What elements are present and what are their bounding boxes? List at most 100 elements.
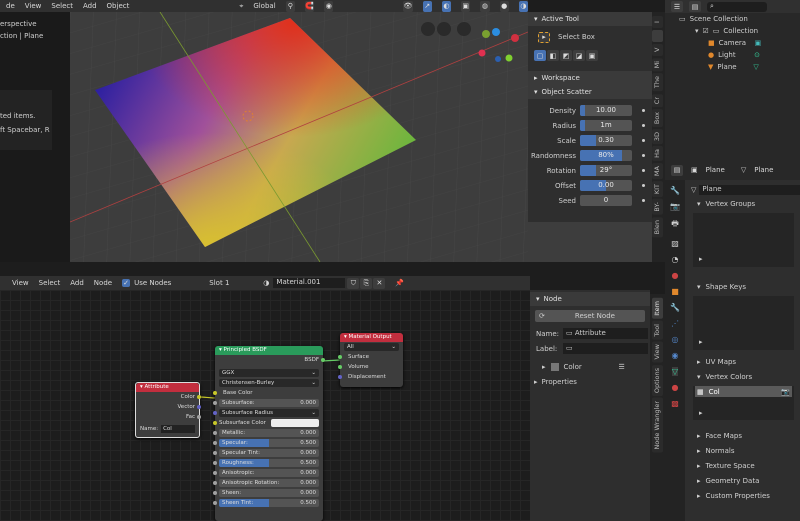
node-sidebar-tab[interactable]: Node Wrangler	[652, 397, 663, 453]
properties-panel-header[interactable]: ▸ Properties	[530, 374, 650, 389]
filter-icon[interactable]: ▤	[689, 1, 701, 12]
render-tab-icon[interactable]: 📷	[670, 202, 680, 211]
vertex-groups-list[interactable]: ▸	[693, 213, 794, 267]
bsdf-slider[interactable]: Subsurface: 0.000	[219, 399, 319, 407]
modifier-tab-icon[interactable]: 🔧	[670, 303, 680, 312]
keyframe-dot-icon[interactable]	[642, 199, 645, 202]
texture-tab-icon[interactable]: ▩	[671, 399, 679, 408]
outliner-search[interactable]: ⌕	[707, 1, 767, 12]
scatter-slider[interactable]: 29°	[580, 165, 632, 176]
node-sidebar-tab[interactable]: Item	[652, 298, 663, 319]
keyframe-dot-icon[interactable]	[642, 139, 645, 142]
collection-row[interactable]: ▾ ☑ ▭ Collection	[665, 25, 800, 37]
input-volume[interactable]: Volume	[338, 362, 403, 372]
vertex-color-item[interactable]: ▦ Col 📷	[695, 386, 792, 397]
keyframe-dot-icon[interactable]	[642, 154, 645, 157]
output-socket-vector[interactable]: Vector	[136, 402, 201, 412]
n-panel-tab[interactable]: V	[652, 44, 663, 56]
outliner-item-light[interactable]: ● Light ⊙	[665, 49, 800, 61]
bsdf-slider[interactable]: Specular: 0.500	[219, 439, 319, 447]
n-panel-tab[interactable]: Cr	[652, 93, 663, 107]
output-tab-icon[interactable]: 🖶	[671, 218, 679, 232]
color-swatch[interactable]	[271, 419, 319, 427]
tool-select-box[interactable]: ▸ Select Box	[528, 26, 652, 48]
node-panel-header[interactable]: ▾ Node	[530, 292, 650, 306]
properties-section-header[interactable]: ▸ Geometry Data	[687, 473, 800, 488]
vertex-groups-header[interactable]: ▾ Vertex Groups	[687, 196, 800, 211]
editor-type-icon[interactable]: ▤	[671, 164, 683, 176]
bsdf-slider[interactable]: Sheen Tint: 0.500	[219, 499, 319, 507]
shape-keys-list[interactable]: ▸	[693, 296, 794, 350]
outliner-item-plane[interactable]: ▼ Plane ▽	[665, 61, 800, 73]
n-panel-tab[interactable]: BY-	[652, 199, 663, 215]
properties-section-header[interactable]: ▸ Face Maps	[687, 428, 800, 443]
mode-subtract-icon[interactable]: ◩	[560, 50, 572, 61]
color-checkbox[interactable]	[550, 362, 559, 371]
scatter-slider[interactable]: 0.30	[580, 135, 632, 146]
mode-invert-icon[interactable]: ◪	[573, 50, 585, 61]
node-sidebar-tab[interactable]: Tool	[652, 320, 663, 340]
principled-bsdf-node[interactable]: ▾ Principled BSDF BSDF GGX ⌄ Christensen-…	[213, 346, 325, 521]
n-panel-tab[interactable]	[652, 30, 663, 42]
datablock-name[interactable]: Plane	[699, 185, 800, 195]
input-displacement[interactable]: Displacement	[338, 372, 403, 382]
n-panel-tab[interactable]: The	[652, 73, 663, 92]
constraints-tab-icon[interactable]: ◉	[672, 351, 679, 360]
bsdf-slider[interactable]: Roughness: 0.500	[219, 459, 319, 467]
scatter-slider[interactable]: 80%	[580, 150, 632, 161]
world-tab-icon[interactable]: ●	[672, 271, 679, 280]
mesh-datablock[interactable]: ▽ Plane	[687, 184, 800, 196]
scene-collection-row[interactable]: ▭ Scene Collection	[665, 13, 800, 25]
properties-section-header[interactable]: ▸ Texture Space	[687, 458, 800, 473]
input-surface[interactable]: Surface	[338, 352, 403, 362]
presets-icon[interactable]: ☰	[619, 363, 625, 371]
uv-maps-header[interactable]: ▸ UV Maps	[687, 354, 800, 369]
attribute-node[interactable]: ▾ Attribute Color Vector Fac Name: Col	[135, 382, 201, 438]
reset-node-button[interactable]: ⟳ Reset Node	[535, 310, 645, 322]
checkbox-icon[interactable]: ☑	[703, 27, 709, 35]
scene-tab-icon[interactable]: ◔	[672, 255, 679, 264]
active-render-icon[interactable]: 📷	[781, 388, 790, 396]
vertex-colors-header[interactable]: ▾ Vertex Colors	[687, 369, 800, 384]
n-panel-tab[interactable]: Blen	[652, 216, 663, 238]
target-select[interactable]: All ⌄	[344, 343, 399, 351]
n-panel-tab[interactable]: Mi	[652, 58, 663, 72]
input-base-color[interactable]: Base Color	[213, 388, 323, 398]
bsdf-select[interactable]: Subsurface Radius ⌄	[219, 409, 319, 417]
object-tab-icon[interactable]: ■	[671, 287, 679, 296]
output-socket-fac[interactable]: Fac	[136, 412, 201, 422]
outliner-display-icon[interactable]: ☰	[671, 1, 683, 12]
node-label-field[interactable]: ▭	[563, 343, 648, 354]
particles-tab-icon[interactable]: ⋰	[671, 319, 679, 328]
output-socket-color[interactable]: Color	[136, 392, 201, 402]
n-panel-tab[interactable]: KIT	[652, 180, 663, 198]
mode-new-icon[interactable]: ▢	[534, 50, 546, 61]
n-panel-tab[interactable]: Ha	[652, 145, 663, 161]
tool-tab-icon[interactable]: 🔧	[670, 186, 680, 195]
bsdf-slider[interactable]: Anisotropic: 0.000	[219, 469, 319, 477]
bsdf-slider[interactable]: Metallic: 0.000	[219, 429, 319, 437]
keyframe-dot-icon[interactable]	[642, 109, 645, 112]
bsdf-slider[interactable]: Specular Tint: 0.000	[219, 449, 319, 457]
distribution-select[interactable]: GGX ⌄	[219, 369, 319, 377]
attribute-name-field[interactable]: Col	[161, 425, 195, 433]
shape-keys-header[interactable]: ▾ Shape Keys	[687, 279, 800, 294]
properties-section-header[interactable]: ▸ Normals	[687, 443, 800, 458]
bsdf-slider[interactable]: Anisotropic Rotation: 0.000	[219, 479, 319, 487]
color-subpanel[interactable]: ▸ Color ☰	[530, 359, 650, 374]
active-tool-header[interactable]: ▾ Active Tool	[528, 12, 652, 26]
view-layer-tab-icon[interactable]: ▨	[671, 239, 679, 248]
data-tab-icon[interactable]: ▽	[671, 367, 679, 376]
scatter-slider[interactable]: 0	[580, 195, 632, 206]
physics-tab-icon[interactable]: ◎	[672, 335, 679, 344]
mode-extend-icon[interactable]: ◧	[547, 50, 559, 61]
scatter-slider[interactable]: 0.00	[580, 180, 632, 191]
scatter-slider[interactable]: 1m	[580, 120, 632, 131]
subsurface-method-select[interactable]: Christensen-Burley ⌄	[219, 379, 319, 387]
outliner-item-camera[interactable]: ■ Camera ▣	[665, 37, 800, 49]
mode-intersect-icon[interactable]: ▣	[586, 50, 598, 61]
n-panel-tab[interactable]: Box	[652, 108, 663, 127]
material-output-node[interactable]: ▾ Material Output All ⌄ Surface Volume Di…	[338, 333, 403, 387]
bsdf-slider[interactable]: Sheen: 0.000	[219, 489, 319, 497]
object-scatter-header[interactable]: ▾ Object Scatter	[528, 85, 652, 99]
